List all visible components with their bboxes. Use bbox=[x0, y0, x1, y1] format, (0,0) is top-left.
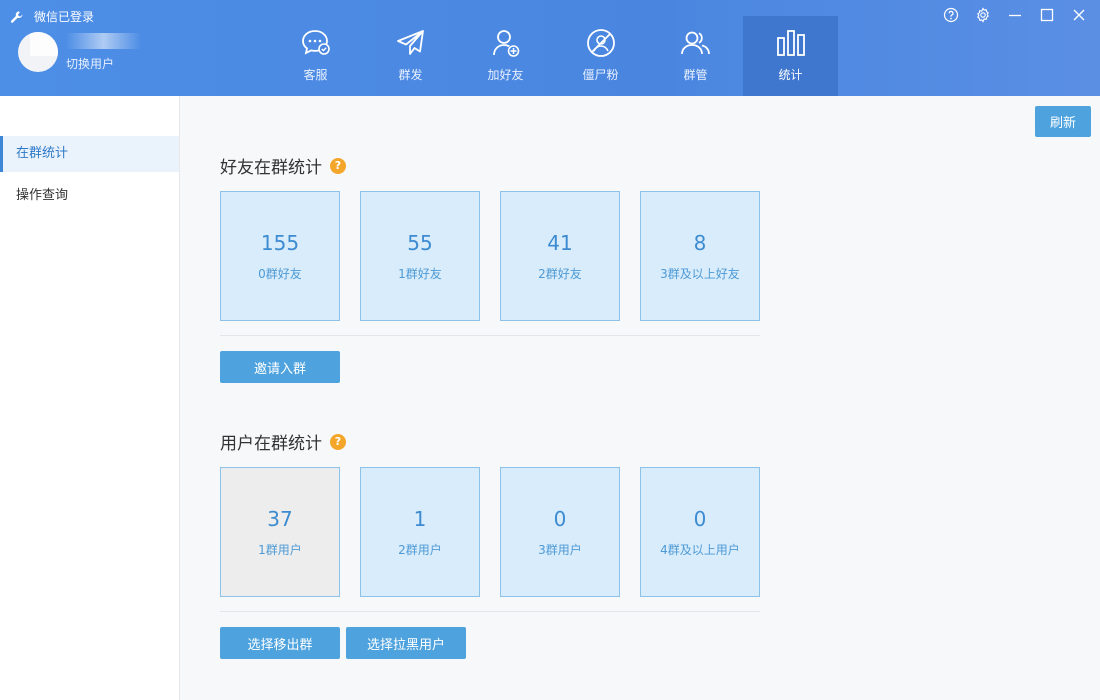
nav-tab-label: 加好友 bbox=[487, 68, 524, 82]
nav-tab-customer-service[interactable]: 客服 bbox=[268, 16, 363, 96]
nav-tab-label: 僵尸粉 bbox=[582, 68, 619, 82]
stat-card[interactable]: 37 1群用户 bbox=[220, 467, 340, 597]
nav-tab-label: 客服 bbox=[303, 68, 328, 82]
switch-user-link[interactable]: 切换用户 bbox=[66, 55, 141, 72]
stat-value: 155 bbox=[260, 230, 300, 255]
stat-label: 3群用户 bbox=[538, 542, 582, 557]
help-icon[interactable]: ? bbox=[330, 433, 346, 450]
stat-card[interactable]: 0 4群及以上用户 bbox=[640, 467, 760, 597]
group-users-icon bbox=[680, 31, 710, 55]
refresh-button[interactable]: 刷新 bbox=[1035, 106, 1091, 137]
wrench-icon bbox=[10, 10, 23, 23]
add-user-icon bbox=[492, 30, 519, 57]
stat-value: 55 bbox=[407, 230, 433, 255]
user-name bbox=[66, 32, 141, 49]
invite-to-group-button[interactable]: 邀请入群 bbox=[220, 351, 340, 383]
divider bbox=[220, 335, 760, 336]
close-icon[interactable] bbox=[1070, 6, 1088, 24]
paper-plane-icon bbox=[396, 30, 424, 55]
divider bbox=[220, 611, 760, 612]
nav-tab-label: 统计 bbox=[778, 68, 803, 82]
stat-card[interactable]: 1 2群用户 bbox=[360, 467, 480, 597]
stat-value: 41 bbox=[547, 230, 573, 255]
stat-label: 2群好友 bbox=[538, 266, 582, 281]
stat-label: 1群用户 bbox=[258, 542, 302, 557]
window-title-bar: 微信已登录 bbox=[10, 8, 94, 25]
section-title-text: 好友在群统计 bbox=[220, 158, 322, 178]
zombie-user-icon bbox=[586, 29, 615, 57]
stat-card[interactable]: 0 3群用户 bbox=[500, 467, 620, 597]
stat-value: 8 bbox=[693, 230, 707, 255]
sidebar-item-operation-query[interactable]: 操作查询 bbox=[0, 178, 179, 214]
header-bar: 微信已登录 切换用户 客服 群发 加好友 僵尸粉 群管 统计 bbox=[0, 0, 1100, 96]
section-title-text: 用户在群统计 bbox=[220, 434, 322, 454]
nav-tab-statistics[interactable]: 统计 bbox=[743, 16, 838, 96]
nav-tab-label: 群管 bbox=[683, 68, 708, 82]
friends-stat-cards: 155 0群好友 55 1群好友 41 2群好友 8 3群及以上好友 bbox=[220, 191, 760, 321]
stat-card[interactable]: 8 3群及以上好友 bbox=[640, 191, 760, 321]
stat-label: 1群好友 bbox=[398, 266, 442, 281]
stat-label: 2群用户 bbox=[398, 542, 442, 557]
nav-tab-broadcast[interactable]: 群发 bbox=[363, 16, 458, 96]
stat-value: 37 bbox=[267, 506, 293, 531]
settings-gear-icon[interactable] bbox=[974, 6, 992, 24]
nav-tab-label: 群发 bbox=[398, 68, 423, 82]
main-nav: 客服 群发 加好友 僵尸粉 群管 统计 bbox=[268, 16, 838, 96]
stat-value: 0 bbox=[553, 506, 567, 531]
user-block: 切换用户 bbox=[18, 32, 141, 72]
sidebar: 在群统计 操作查询 bbox=[0, 96, 180, 700]
nav-tab-group-manage[interactable]: 群管 bbox=[648, 16, 743, 96]
avatar[interactable] bbox=[18, 32, 58, 72]
stat-card[interactable]: 55 1群好友 bbox=[360, 191, 480, 321]
help-icon[interactable]: ? bbox=[330, 157, 346, 174]
nav-tab-add-friend[interactable]: 加好友 bbox=[458, 16, 553, 96]
stat-label: 4群及以上用户 bbox=[660, 542, 740, 557]
stat-card[interactable]: 155 0群好友 bbox=[220, 191, 340, 321]
users-stat-cards: 37 1群用户 1 2群用户 0 3群用户 0 4群及以上用户 bbox=[220, 467, 760, 597]
window-title: 微信已登录 bbox=[34, 10, 95, 24]
stat-value: 0 bbox=[693, 506, 707, 531]
chat-bubble-icon bbox=[301, 30, 330, 55]
stat-label: 3群及以上好友 bbox=[660, 266, 740, 281]
stat-value: 1 bbox=[413, 506, 427, 531]
stat-label: 0群好友 bbox=[258, 266, 302, 281]
nav-tab-zombie-fans[interactable]: 僵尸粉 bbox=[553, 16, 648, 96]
blacklist-users-button[interactable]: 选择拉黑用户 bbox=[346, 627, 466, 659]
minimize-icon[interactable] bbox=[1006, 6, 1024, 24]
window-controls bbox=[942, 6, 1088, 24]
stat-card[interactable]: 41 2群好友 bbox=[500, 191, 620, 321]
maximize-icon[interactable] bbox=[1038, 6, 1056, 24]
help-icon[interactable] bbox=[942, 6, 960, 24]
friends-section-title: 好友在群统计 ? bbox=[220, 153, 346, 178]
remove-from-group-button[interactable]: 选择移出群 bbox=[220, 627, 340, 659]
bar-chart-icon bbox=[776, 30, 805, 56]
sidebar-item-group-stats[interactable]: 在群统计 bbox=[0, 136, 179, 172]
users-section-title: 用户在群统计 ? bbox=[220, 429, 346, 454]
